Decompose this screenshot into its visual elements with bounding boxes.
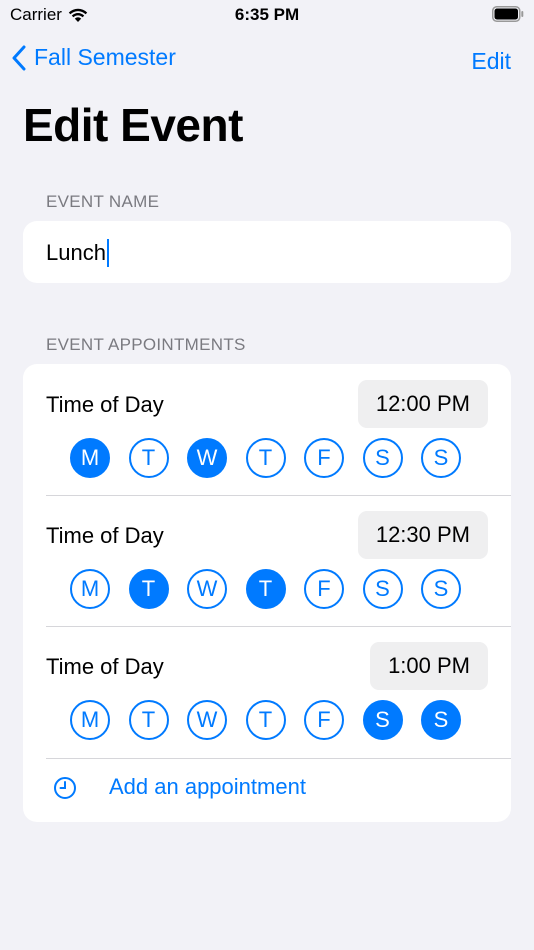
- navigation-bar: Fall Semester Edit: [0, 40, 534, 82]
- weekday-toggle[interactable]: S: [421, 569, 461, 609]
- weekday-toggle[interactable]: F: [304, 700, 344, 740]
- weekday-toggle[interactable]: F: [304, 438, 344, 478]
- time-of-day-label: Time of Day: [46, 523, 164, 548]
- weekday-toggle[interactable]: M: [70, 700, 110, 740]
- chevron-left-icon: [12, 45, 26, 70]
- weekday-selector: MTWTFSS: [70, 569, 464, 611]
- weekday-toggle[interactable]: W: [187, 700, 227, 740]
- time-of-day-label: Time of Day: [46, 654, 164, 679]
- clock-icon: [54, 777, 76, 799]
- event-name-header: EVENT NAME: [46, 192, 160, 211]
- add-appointment-label: Add an appointment: [109, 774, 306, 799]
- weekday-toggle[interactable]: T: [128, 700, 169, 740]
- weekday-toggle[interactable]: T: [245, 700, 286, 740]
- status-time: 6:35 PM: [234, 5, 300, 24]
- edit-button[interactable]: Edit: [471, 48, 511, 75]
- weekday-selector: MTWTFSS: [70, 700, 464, 742]
- text-caret: [106, 239, 109, 267]
- event-name-input[interactable]: Lunch: [46, 239, 109, 267]
- event-name-value: Lunch: [46, 240, 106, 265]
- time-of-day-label: Time of Day: [46, 392, 164, 417]
- weekday-toggle[interactable]: T: [128, 438, 169, 478]
- add-appointment-button[interactable]: Add an appointment: [23, 759, 511, 822]
- weekday-toggle[interactable]: W: [187, 569, 227, 609]
- appointments-card: Time of Day 12:00 PM M T W T F S S Time of Day 12:…: [23, 364, 511, 822]
- page-title: Edit Event: [23, 99, 243, 151]
- status-bar: Carrier 6:35 PM: [0, 0, 534, 30]
- row-divider: [46, 626, 511, 627]
- event-name-card: Lunch: [23, 221, 511, 283]
- appointment-row: Time of Day 1:00 PM M T W T F S S: [23, 626, 511, 757]
- appointment-row: Time of Day 12:00 PM M T W T F S S: [23, 364, 511, 495]
- weekday-toggle[interactable]: F: [304, 569, 344, 609]
- row-divider: [46, 495, 511, 496]
- back-button[interactable]: Fall Semester: [12, 44, 176, 71]
- weekday-toggle[interactable]: T: [245, 438, 286, 478]
- time-picker-button[interactable]: 1:00 PM: [370, 642, 488, 690]
- weekday-toggle[interactable]: S: [362, 438, 403, 478]
- weekday-toggle[interactable]: M: [70, 438, 110, 478]
- weekday-toggle[interactable]: S: [421, 438, 461, 478]
- weekday-toggle[interactable]: T: [128, 569, 169, 609]
- back-button-label: Fall Semester: [34, 44, 176, 70]
- weekday-toggle[interactable]: M: [70, 569, 110, 609]
- weekday-toggle[interactable]: S: [362, 569, 403, 609]
- time-picker-button[interactable]: 12:30 PM: [357, 511, 488, 559]
- weekday-toggle[interactable]: T: [245, 569, 286, 609]
- appointment-row: Time of Day 12:30 PM M T W T F S S: [23, 495, 511, 626]
- event-appointments-header: EVENT APPOINTMENTS: [46, 335, 246, 354]
- weekday-toggle[interactable]: S: [421, 700, 461, 740]
- battery-icon: [492, 6, 524, 22]
- weekday-toggle[interactable]: S: [362, 700, 403, 740]
- weekday-selector: MTWTFSS: [70, 438, 464, 480]
- weekday-toggle[interactable]: W: [187, 438, 227, 478]
- time-picker-button[interactable]: 12:00 PM: [357, 380, 488, 428]
